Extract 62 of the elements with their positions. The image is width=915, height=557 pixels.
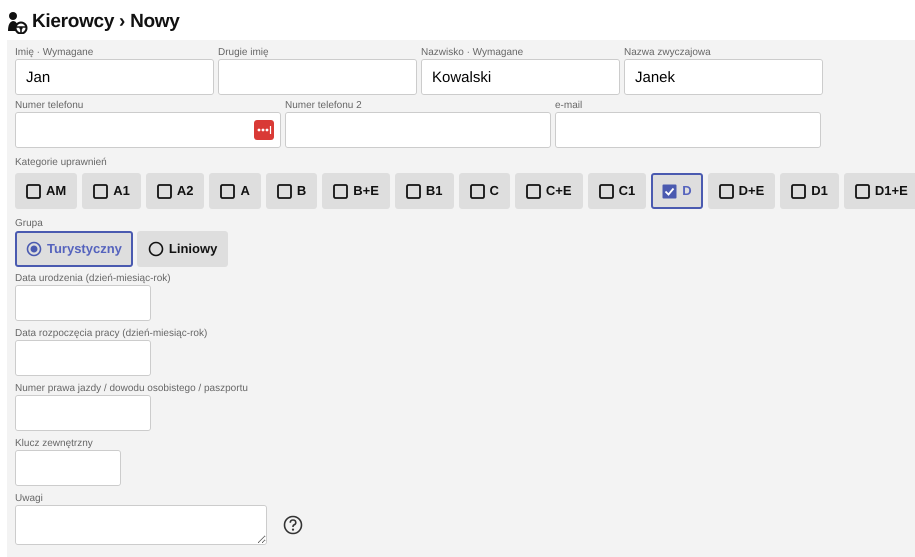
category-toggle[interactable]: D1+E xyxy=(844,173,915,209)
section-label: Kategorie uprawnień xyxy=(15,156,107,169)
input-field[interactable]: Jan xyxy=(15,59,214,95)
field-label: Nazwa zwyczajowa xyxy=(624,46,712,59)
input-field[interactable] xyxy=(15,450,121,486)
category-toggle[interactable]: B1 xyxy=(394,173,454,209)
input-field[interactable] xyxy=(15,112,281,148)
category-toggle[interactable]: B xyxy=(266,173,318,209)
checkbox-icon xyxy=(718,184,734,198)
checkbox-icon xyxy=(93,184,108,198)
field-label: e-mail xyxy=(555,99,584,112)
field-label: Klucz zewnętrzny xyxy=(15,437,94,450)
category-toggle[interactable]: A xyxy=(209,173,261,209)
driver-icon xyxy=(6,11,28,34)
checkbox-icon xyxy=(276,184,292,198)
group-radio[interactable]: Liniowy xyxy=(136,231,228,267)
input-field[interactable] xyxy=(15,395,151,431)
notes-field[interactable] xyxy=(15,505,267,545)
category-toggle[interactable]: A2 xyxy=(146,173,204,209)
checkbox-icon xyxy=(220,184,236,198)
checkbox-icon xyxy=(791,184,806,198)
group-radio[interactable]: Turystyczny xyxy=(15,231,133,267)
category-toggle[interactable]: C1 xyxy=(588,173,646,209)
category-toggle[interactable]: D1 xyxy=(780,173,839,209)
category-toggle[interactable]: A1 xyxy=(82,173,141,209)
input-field[interactable]: Kowalski xyxy=(421,59,620,95)
field-label: Numer telefonu 2 xyxy=(285,99,363,112)
category-toggle[interactable]: D xyxy=(651,173,703,209)
checkbox-icon xyxy=(333,184,348,198)
field-label: Imię · Wymagane xyxy=(15,46,94,59)
radio-icon xyxy=(148,241,164,257)
field-label: Data rozpoczęcia pracy (dzień-miesiąc-rok) xyxy=(15,327,208,340)
field-label: Data urodzenia (dzień-miesiąc-rok) xyxy=(15,272,172,285)
input-field[interactable] xyxy=(285,112,551,148)
checkbox-icon xyxy=(526,184,541,198)
field-label: Drugie imię xyxy=(218,46,270,59)
section-label: Grupa xyxy=(15,217,43,230)
checkbox-icon xyxy=(854,184,870,198)
checkbox-icon xyxy=(156,184,172,198)
field-label: Nazwisko · Wymagane xyxy=(421,46,524,59)
field-label: Numer prawa jazdy / dowodu osobistego / paszportu xyxy=(15,382,249,395)
field-label: Numer telefonu xyxy=(15,99,84,112)
checkbox-checked-icon xyxy=(662,184,678,198)
category-toggle[interactable]: C xyxy=(458,173,510,209)
field-label: Uwagi xyxy=(15,492,44,505)
radio-selected-icon xyxy=(26,241,42,257)
input-field[interactable] xyxy=(555,112,821,148)
help-icon[interactable] xyxy=(283,515,303,535)
checkbox-icon xyxy=(26,184,41,198)
category-toggle[interactable]: C+E xyxy=(514,173,583,209)
category-toggle[interactable]: B+E xyxy=(322,173,390,209)
password-manager-icon xyxy=(254,120,274,140)
input-field[interactable] xyxy=(15,285,151,321)
input-field[interactable] xyxy=(15,340,151,376)
checkbox-icon xyxy=(406,184,421,198)
page-title: Kierowcy › Nowy xyxy=(32,11,180,34)
checkbox-icon xyxy=(470,184,485,198)
checkbox-icon xyxy=(598,184,614,198)
category-toggle[interactable]: AM xyxy=(15,173,78,209)
input-field[interactable]: Janek xyxy=(624,59,823,95)
input-field[interactable] xyxy=(218,59,417,95)
category-toggle[interactable]: D+E xyxy=(708,173,776,209)
